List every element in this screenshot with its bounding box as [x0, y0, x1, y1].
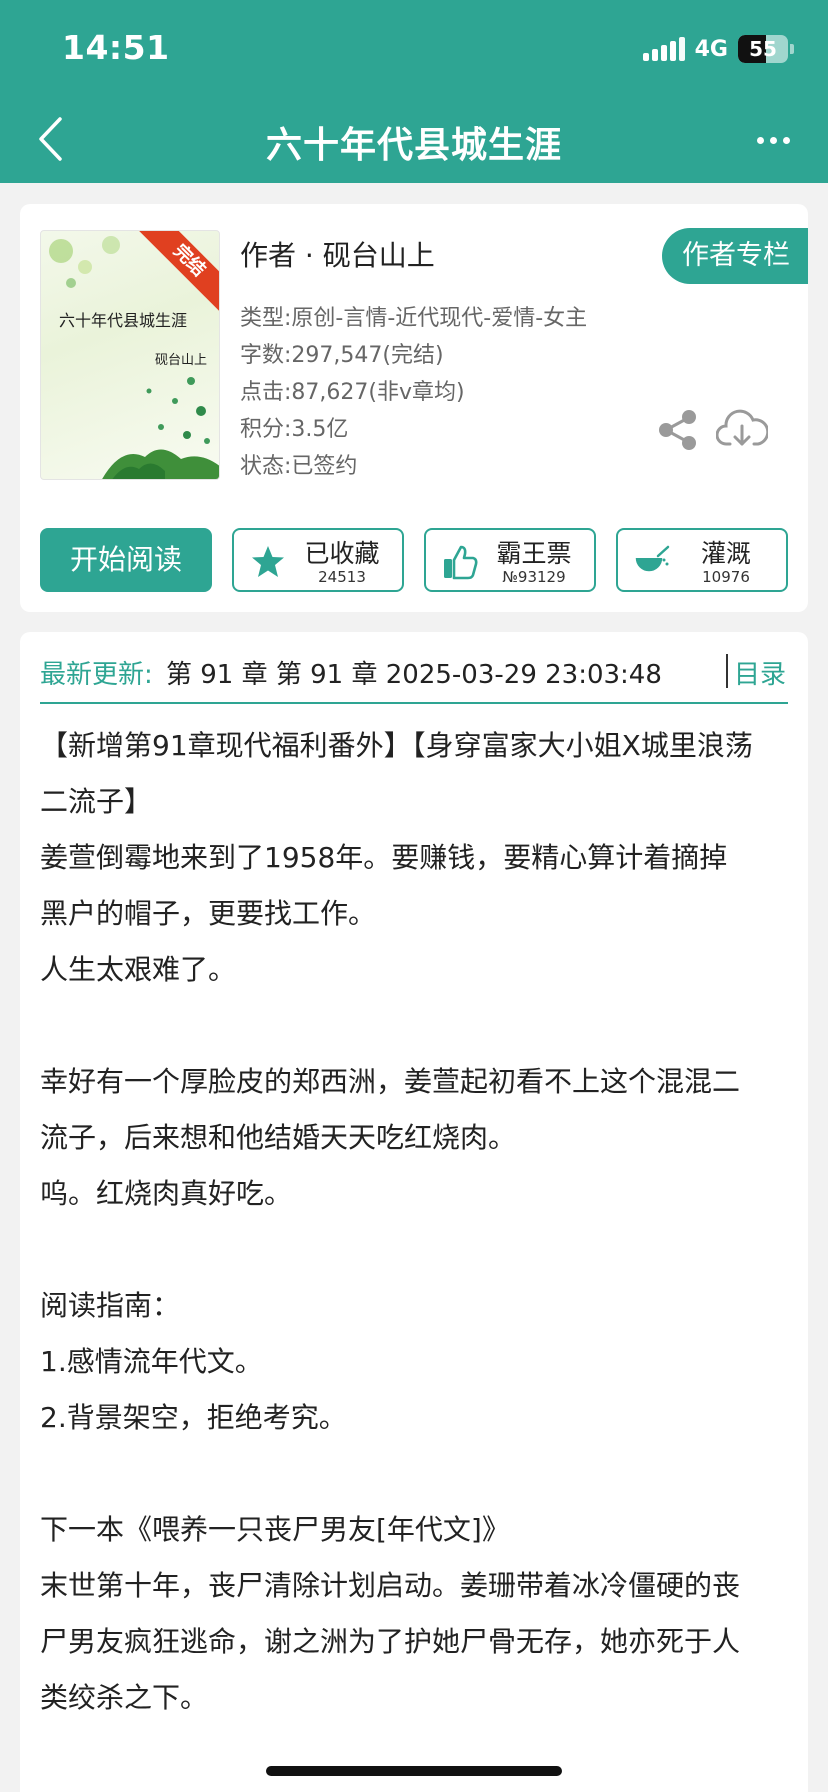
intro-line: 黑户的帽子，更要找工作。	[40, 897, 377, 930]
intro-line: 尸男友疯狂逃命，谢之洲为了护她尸骨无存，她亦死于人	[40, 1625, 741, 1658]
intro-line: 阅读指南：	[40, 1289, 181, 1322]
meta-points: 积分:3.5亿	[240, 417, 349, 442]
intro-line: 人生太艰难了。	[40, 953, 237, 986]
vote-label: 霸王票	[496, 539, 572, 568]
cover-title: 六十年代县城生涯	[59, 311, 188, 330]
more-dots-icon	[756, 136, 764, 144]
meta-word-count: 字数:297,547(完结)	[240, 343, 444, 368]
signal-icon	[642, 37, 685, 61]
water-count: 10976	[702, 568, 750, 586]
battery-icon: 55	[738, 35, 788, 63]
status-time: 14:51	[62, 28, 170, 67]
latest-update-label: 最新更新:	[40, 660, 153, 690]
start-reading-button[interactable]: 开始阅读	[40, 528, 212, 592]
intro-line: 呜。红烧肉真好吃。	[40, 1177, 293, 1210]
intro-line: 1.感情流年代文。	[40, 1345, 263, 1378]
intro-line: 幸好有一个厚脸皮的郑西洲，姜萱起初看不上这个混混二	[40, 1065, 741, 1098]
book-info-card: 完结 六十年代县城生涯 砚台山上 作者 · 砚台山上 作者专栏 类型:原创-言情…	[20, 204, 808, 612]
collect-label: 已收藏	[304, 539, 380, 568]
watering-can-icon	[635, 545, 670, 572]
toc-link[interactable]: 目录	[734, 654, 786, 691]
meta-genre: 类型:原创-言情-近代现代-爱情-女主	[240, 306, 588, 331]
vote-count: №93129	[502, 568, 566, 586]
intro-line: 【新增第91章现代福利番外】【身穿富家大小姐X城里浪荡	[40, 729, 753, 762]
intro-line: 末世第十年，丧尸清除计划启动。姜珊带着冰冷僵硬的丧	[40, 1569, 741, 1602]
vote-button[interactable]: 霸王票 №93129	[424, 528, 596, 592]
collect-button[interactable]: 已收藏 24513	[232, 528, 404, 592]
meta-status: 状态:已签约	[240, 454, 358, 479]
cloud-download-icon	[715, 409, 770, 446]
meta-clicks: 点击:87,627(非v章均)	[240, 380, 465, 405]
book-intro: 【新增第91章现代福利番外】【身穿富家大小姐X城里浪荡 二流子】 姜萱倒霉地来到…	[40, 718, 792, 1726]
water-label: 灌溉	[700, 539, 751, 568]
app-header: 14:51 4G 55 六十年代县城生涯	[0, 0, 828, 183]
home-indicator[interactable]	[266, 1766, 562, 1776]
intro-line	[40, 1446, 792, 1502]
thumbs-up-icon	[444, 545, 478, 580]
cover-author: 砚台山上	[154, 353, 207, 368]
intro-line	[40, 998, 792, 1054]
status-indicators: 4G 55	[642, 32, 794, 66]
network-type: 4G	[694, 36, 728, 62]
intro-line	[40, 1222, 792, 1278]
intro-line: 下一本《喂养一只丧尸男友[年代文]》	[40, 1513, 510, 1546]
intro-line: 类绞杀之下。	[40, 1681, 209, 1714]
divider	[726, 654, 728, 688]
book-meta: 类型:原创-言情-近代现代-爱情-女主 字数:297,547(完结) 点击:87…	[240, 300, 587, 485]
author-column-button[interactable]: 作者专栏	[662, 228, 808, 284]
more-button[interactable]	[748, 122, 798, 158]
water-button[interactable]: 灌溉 10976	[616, 528, 788, 592]
battery-level: 55	[749, 37, 777, 61]
intro-card: 最新更新: 第 91 章 第 91 章 2025-03-29 23:03:48 …	[20, 632, 808, 1792]
intro-line: 姜萱倒霉地来到了1958年。要赚钱，要精心算计着摘掉	[40, 841, 728, 874]
page-title: 六十年代县城生涯	[265, 125, 562, 166]
latest-chapter[interactable]: 第 91 章 第 91 章 2025-03-29 23:03:48	[166, 654, 662, 691]
intro-line: 二流子】	[40, 785, 153, 818]
latest-update-row[interactable]: 最新更新: 第 91 章 第 91 章 2025-03-29 23:03:48 …	[40, 654, 788, 704]
intro-line: 2.背景架空，拒绝考究。	[40, 1401, 347, 1434]
action-row: 开始阅读 已收藏 24513 霸王票 №93129 灌溉 10976	[40, 528, 788, 592]
share-button[interactable]	[656, 408, 700, 452]
share-icon	[659, 410, 696, 450]
collect-count: 24513	[318, 568, 366, 586]
intro-line: 流子，后来想和他结婚天天吃红烧肉。	[40, 1121, 517, 1154]
book-cover[interactable]: 完结 六十年代县城生涯 砚台山上	[40, 230, 220, 480]
download-button[interactable]	[715, 406, 770, 452]
star-icon	[252, 546, 284, 577]
author-line[interactable]: 作者 · 砚台山上	[240, 234, 435, 274]
